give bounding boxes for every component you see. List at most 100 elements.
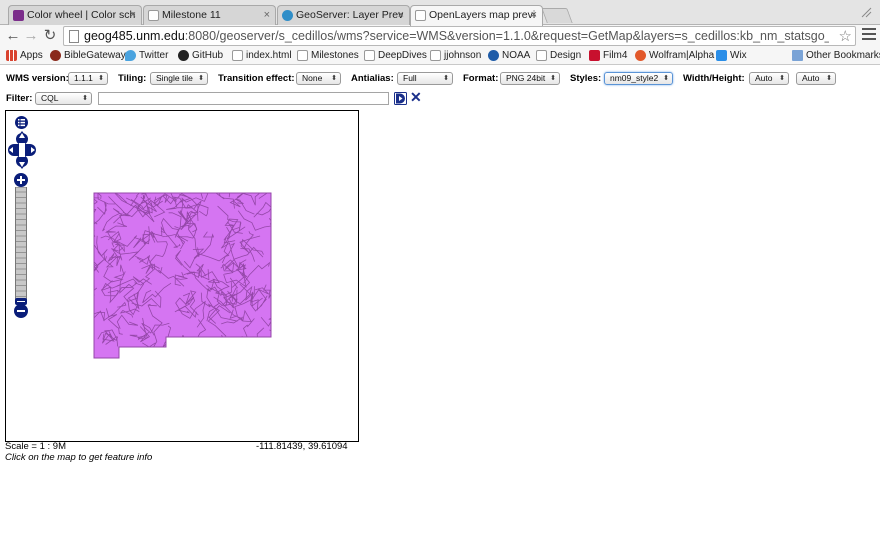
- tab-openlayers-map-preview[interactable]: OpenLayers map preview ×: [410, 5, 543, 26]
- tab-milestone[interactable]: Milestone 11 ×: [143, 5, 276, 26]
- bookmark-noaa[interactable]: NOAA: [488, 49, 530, 63]
- apps-icon: [6, 50, 17, 61]
- bookmark-index[interactable]: index.html: [232, 49, 292, 63]
- soil-boundary-line: [240, 335, 258, 358]
- bookmark-milestones[interactable]: Milestones: [297, 49, 359, 63]
- new-tab-button[interactable]: [541, 8, 573, 23]
- address-bar[interactable]: geog485.unm.edu:8080/geoserver/s_cedillo…: [63, 26, 856, 46]
- select-arrows-icon: ⬍: [443, 75, 449, 82]
- close-icon[interactable]: ×: [531, 9, 537, 21]
- width-select[interactable]: Auto ⬍: [749, 72, 789, 85]
- soil-boundary-line: [172, 335, 203, 358]
- format-label: Format:: [463, 73, 499, 84]
- map-viewport[interactable]: [5, 110, 359, 442]
- antialias-label: Antialias:: [351, 73, 394, 84]
- wolfram-icon: [635, 50, 646, 61]
- close-icon[interactable]: ×: [264, 9, 270, 21]
- tab-geoserver-layer-preview[interactable]: GeoServer: Layer Preview ×: [277, 5, 410, 26]
- soil-map-layer[interactable]: [6, 111, 359, 442]
- soil-boundary-line: [248, 352, 261, 358]
- resize-icon: [861, 7, 872, 18]
- pan-control-icon[interactable]: [8, 131, 36, 169]
- bookmark-github[interactable]: GitHub: [178, 49, 223, 63]
- menu-icon[interactable]: [862, 28, 876, 42]
- color-wheel-favicon-icon: [13, 10, 24, 21]
- select-arrows-icon: ⬍: [198, 75, 204, 82]
- select-arrows-icon: ⬍: [98, 75, 104, 82]
- soil-boundary-line: [223, 340, 242, 358]
- soil-boundary-line: [196, 342, 212, 352]
- soil-boundary-line: [94, 290, 95, 304]
- reload-button[interactable]: ↻: [41, 27, 59, 45]
- soil-boundary-line: [121, 193, 152, 195]
- bookmarks-bar: Apps BibleGateway Twitter GitHub index.h…: [0, 47, 880, 65]
- zoom-in-icon[interactable]: [14, 173, 28, 187]
- bookmark-film4[interactable]: Film4: [589, 49, 627, 63]
- soil-boundary-line: [94, 284, 95, 297]
- height-select[interactable]: Auto ⬍: [796, 72, 836, 85]
- mouse-coordinates: -111.81439, 39.61094: [256, 441, 348, 452]
- wms-version-select[interactable]: 1.1.1 ⬍: [68, 72, 108, 85]
- reset-filter-icon[interactable]: ✕: [410, 90, 423, 104]
- wix-icon: [716, 50, 727, 61]
- browser-toolbar: ← → ↻ geog485.unm.edu:8080/geoserver/s_c…: [0, 25, 880, 47]
- select-arrows-icon: ⬍: [550, 75, 556, 82]
- bookmark-other[interactable]: Other Bookmarks: [792, 49, 880, 63]
- select-arrows-icon: ⬍: [779, 75, 785, 82]
- bookmark-twitter[interactable]: Twitter: [125, 49, 168, 63]
- soil-boundary-line: [192, 351, 205, 358]
- bookmark-design[interactable]: Design: [536, 49, 581, 63]
- transition-effect-label: Transition effect:: [218, 73, 295, 84]
- url-text[interactable]: geog485.unm.edu:8080/geoserver/s_cedillo…: [84, 29, 829, 43]
- select-arrows-icon: ⬍: [331, 75, 337, 82]
- close-icon[interactable]: ×: [398, 9, 404, 21]
- back-button[interactable]: ←: [4, 27, 22, 45]
- github-icon: [178, 50, 189, 61]
- tab-color-wheel[interactable]: Color wheel | Color schem ×: [8, 5, 142, 26]
- tiling-label: Tiling:: [118, 73, 147, 84]
- bookmark-apps[interactable]: Apps: [6, 49, 43, 63]
- bookmark-jjohnson[interactable]: jjohnson: [430, 49, 481, 63]
- zoom-slider[interactable]: [15, 187, 27, 303]
- page-icon: [69, 30, 79, 43]
- select-arrows-icon: ⬍: [663, 75, 669, 82]
- tab-strip: Color wheel | Color schem × Milestone 11…: [0, 0, 880, 26]
- forward-button[interactable]: →: [22, 27, 40, 45]
- geoserver-favicon-icon: [282, 10, 293, 21]
- tab-title: OpenLayers map preview: [429, 9, 536, 21]
- bookmark-wix[interactable]: Wix: [716, 49, 747, 63]
- page-icon: [364, 50, 375, 61]
- film4-icon: [589, 50, 600, 61]
- width-height-label: Width/Height:: [683, 73, 745, 84]
- tab-title: Milestone 11: [162, 9, 221, 21]
- bookmark-biblegateway[interactable]: BibleGateway: [50, 49, 126, 63]
- tab-title: Color wheel | Color schem: [27, 9, 135, 21]
- folder-icon: [792, 50, 803, 61]
- soil-boundary-line: [218, 334, 229, 355]
- filter-expression-input[interactable]: [98, 92, 389, 105]
- tiling-select[interactable]: Single tile ⬍: [150, 72, 208, 85]
- layer-switcher-icon[interactable]: [15, 116, 28, 129]
- biblegateway-icon: [50, 50, 61, 61]
- bookmark-wolfram-alpha[interactable]: Wolfram|Alpha: [635, 49, 714, 63]
- zoom-out-icon[interactable]: [14, 304, 28, 318]
- map-scale: Scale = 1 : 9M: [5, 441, 66, 452]
- styles-label: Styles:: [570, 73, 602, 84]
- tab-title: GeoServer: Layer Preview: [296, 9, 403, 21]
- filter-type-select[interactable]: CQL ⬍: [35, 92, 92, 105]
- styles-select[interactable]: nm09_style2 ⬍: [604, 72, 673, 85]
- wms-version-label: WMS version:: [6, 73, 69, 84]
- transition-effect-select[interactable]: None ⬍: [296, 72, 341, 85]
- feature-info-hint: Click on the map to get feature info: [5, 452, 153, 463]
- antialias-select[interactable]: Full ⬍: [397, 72, 453, 85]
- bookmark-star-icon[interactable]: ☆: [839, 27, 852, 45]
- noaa-icon: [488, 50, 499, 61]
- select-arrows-icon: ⬍: [82, 95, 88, 102]
- bookmark-deepdives[interactable]: DeepDives: [364, 49, 427, 63]
- apply-filter-icon[interactable]: [394, 92, 407, 105]
- format-select[interactable]: PNG 24bit ⬍: [500, 72, 560, 85]
- close-icon[interactable]: ×: [130, 9, 136, 21]
- page-icon: [297, 50, 308, 61]
- filter-row: Filter: CQL ⬍ ✕: [0, 90, 880, 106]
- page-icon: [232, 50, 243, 61]
